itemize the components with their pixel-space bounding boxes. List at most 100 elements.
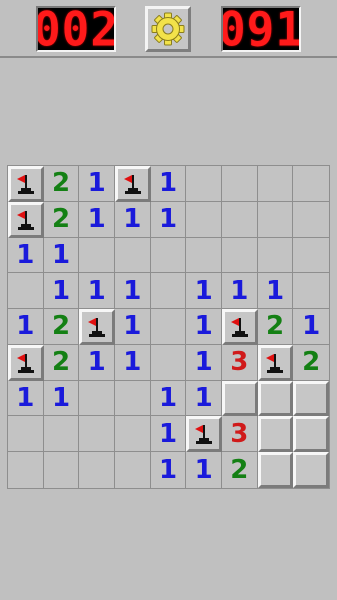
cell-number: 1 — [87, 168, 106, 199]
empty-cell[interactable] — [79, 237, 115, 274]
cell-number: 1 — [158, 383, 178, 414]
cell-number: 1 — [158, 204, 178, 235]
number-cell[interactable]: 1 — [222, 273, 258, 310]
number-cell[interactable]: 1 — [115, 273, 151, 310]
empty-cell[interactable] — [150, 273, 187, 310]
cell-number: 1 — [123, 275, 142, 306]
cell-number: 1 — [123, 204, 142, 235]
empty-cell[interactable] — [8, 273, 44, 310]
empty-cell[interactable] — [44, 452, 80, 488]
empty-cell[interactable] — [293, 202, 329, 238]
cell-number: 2 — [51, 311, 71, 342]
covered-cell[interactable] — [257, 452, 294, 488]
number-cell[interactable]: 1 — [79, 344, 115, 381]
number-cell[interactable]: 1 — [79, 273, 115, 310]
number-cell[interactable]: 1 — [8, 237, 44, 274]
empty-cell[interactable] — [115, 452, 151, 488]
number-cell[interactable]: 1 — [115, 309, 151, 345]
number-cell[interactable]: 1 — [186, 380, 222, 417]
number-cell[interactable]: 2 — [43, 344, 80, 381]
flag-icon — [123, 174, 141, 194]
cell-number: 1 — [16, 311, 35, 342]
flagged-cell[interactable] — [8, 344, 44, 381]
number-cell[interactable]: 2 — [257, 309, 294, 345]
covered-cell[interactable] — [293, 452, 329, 488]
number-cell[interactable]: 1 — [79, 166, 115, 202]
number-cell[interactable]: 1 — [8, 380, 44, 417]
number-cell[interactable]: 1 — [186, 273, 222, 310]
empty-cell[interactable] — [79, 416, 115, 453]
number-cell[interactable]: 3 — [222, 416, 258, 453]
empty-cell[interactable] — [150, 237, 187, 274]
number-cell[interactable]: 1 — [43, 237, 80, 274]
number-cell[interactable]: 3 — [222, 344, 258, 381]
flag-icon — [195, 425, 213, 445]
number-cell[interactable]: 1 — [150, 380, 187, 417]
flagged-cell[interactable] — [79, 309, 115, 345]
covered-cell[interactable] — [293, 380, 329, 417]
covered-cell[interactable] — [257, 380, 294, 417]
empty-cell[interactable] — [293, 166, 329, 202]
flagged-cell[interactable] — [186, 416, 222, 453]
empty-cell[interactable] — [150, 344, 187, 381]
flagged-cell[interactable] — [8, 201, 44, 238]
number-cell[interactable]: 1 — [79, 201, 115, 238]
covered-cell[interactable] — [222, 380, 258, 417]
number-cell[interactable]: 1 — [150, 166, 187, 202]
flag-icon — [88, 317, 106, 337]
cell-number: 3 — [230, 347, 249, 378]
number-cell[interactable]: 1 — [150, 416, 187, 453]
flagged-cell[interactable] — [115, 166, 151, 202]
settings-button[interactable] — [145, 6, 191, 52]
flagged-cell[interactable] — [222, 309, 258, 345]
empty-cell[interactable] — [222, 237, 258, 274]
number-cell[interactable]: 2 — [222, 452, 258, 488]
flagged-cell[interactable] — [257, 344, 294, 381]
cell-number: 3 — [230, 418, 249, 449]
empty-cell[interactable] — [293, 238, 329, 274]
empty-cell[interactable] — [150, 309, 187, 345]
cell-number: 2 — [230, 455, 249, 486]
number-cell[interactable]: 1 — [151, 452, 187, 488]
empty-cell[interactable] — [257, 166, 294, 202]
flagged-cell[interactable] — [8, 166, 44, 202]
empty-cell[interactable] — [257, 237, 294, 274]
empty-cell[interactable] — [222, 166, 258, 202]
cell-number: 1 — [194, 275, 213, 306]
empty-cell[interactable] — [43, 416, 80, 453]
empty-cell[interactable] — [79, 380, 115, 417]
number-cell[interactable]: 1 — [115, 344, 151, 381]
empty-cell[interactable] — [186, 201, 222, 238]
empty-cell[interactable] — [222, 201, 258, 238]
number-cell[interactable]: 1 — [43, 380, 80, 417]
empty-cell[interactable] — [8, 416, 44, 453]
number-cell[interactable]: 2 — [43, 309, 80, 345]
covered-cell[interactable] — [257, 416, 294, 453]
cell-number: 1 — [87, 347, 106, 378]
number-cell[interactable]: 1 — [43, 273, 80, 310]
number-cell[interactable]: 1 — [257, 273, 294, 310]
cell-number: 1 — [87, 204, 106, 235]
number-cell[interactable]: 1 — [150, 201, 187, 238]
flag-icon — [16, 210, 34, 230]
empty-cell[interactable] — [293, 273, 329, 310]
number-cell[interactable]: 1 — [293, 309, 329, 345]
number-cell[interactable]: 1 — [186, 452, 222, 488]
empty-cell[interactable] — [115, 380, 151, 417]
empty-cell[interactable] — [79, 452, 115, 488]
empty-cell[interactable] — [186, 166, 222, 202]
covered-cell[interactable] — [293, 416, 329, 453]
empty-cell[interactable] — [8, 452, 44, 488]
number-cell[interactable]: 1 — [186, 344, 222, 381]
empty-cell[interactable] — [115, 416, 151, 453]
empty-cell[interactable] — [115, 237, 151, 274]
number-cell[interactable]: 1 — [115, 201, 151, 238]
number-cell[interactable]: 2 — [293, 345, 329, 381]
empty-cell[interactable] — [257, 201, 294, 238]
number-cell[interactable]: 2 — [43, 201, 80, 238]
number-cell[interactable]: 2 — [43, 166, 80, 202]
top-bar: 002 091 — [0, 0, 337, 58]
empty-cell[interactable] — [186, 237, 222, 274]
number-cell[interactable]: 1 — [186, 309, 222, 345]
number-cell[interactable]: 1 — [8, 309, 44, 345]
